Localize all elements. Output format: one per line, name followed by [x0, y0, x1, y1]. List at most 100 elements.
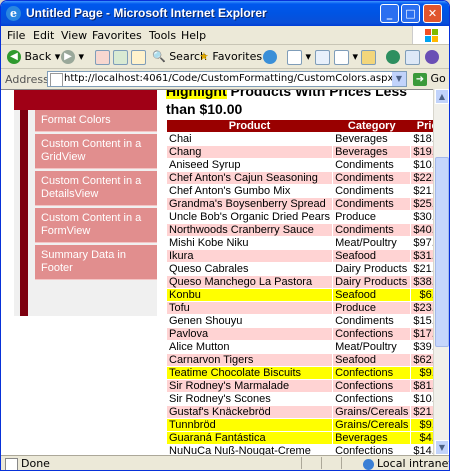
sidebar-item-formview[interactable]: Custom Content in a FormView	[35, 208, 157, 243]
menu-file[interactable]: File	[7, 29, 25, 42]
table-row: Queso Manchego La Pastora Dairy Products $…	[165, 275, 433, 289]
history-button[interactable]: ▾	[287, 48, 311, 65]
go-button[interactable]: ➜ Go	[413, 72, 446, 86]
table-row: Sir Rodney's MarmaladeConfections$81.00	[165, 379, 433, 393]
cell-product: Tofu	[165, 301, 334, 315]
messenger-icon	[386, 50, 400, 64]
title-bar[interactable]: e Untitled Page - Microsoft Internet Exp…	[1, 1, 449, 26]
discuss-icon	[425, 50, 439, 64]
cell-product: Ikura	[165, 249, 334, 263]
favorites-button[interactable]: ★ Favorites	[199, 48, 262, 65]
cell-category: Produce	[332, 210, 412, 224]
messenger-button[interactable]	[386, 48, 400, 65]
cell-price: $25.00	[410, 197, 433, 211]
intranet-globe-icon	[363, 458, 374, 470]
folder-button[interactable]	[361, 48, 376, 65]
cell-product: Chef Anton's Cajun Seasoning	[165, 171, 334, 185]
address-bar: Address http://localhost:4061/Code/Custo…	[1, 69, 449, 91]
cell-category: Beverages	[332, 132, 412, 146]
cell-category: Beverages	[332, 431, 412, 445]
cell-price: $31.00	[410, 249, 433, 263]
stop-button[interactable]	[95, 48, 110, 65]
cell-price: $22.00	[410, 171, 433, 185]
cell-category: Condiments	[332, 223, 412, 237]
sidebar-item-format-colors[interactable]: Format Colors	[35, 110, 157, 132]
close-button[interactable]: ✕	[423, 4, 442, 23]
menu-edit[interactable]: Edit	[33, 29, 54, 42]
media-button[interactable]	[263, 48, 277, 65]
zone-label: Local intranet	[377, 457, 450, 470]
cell-category: Dairy Products	[332, 262, 412, 276]
cell-price: $6.00	[410, 288, 433, 302]
cell-category: Produce	[332, 301, 412, 315]
page-title: Highlight Products With Prices Less than…	[166, 90, 426, 118]
browser-window: e Untitled Page - Microsoft Internet Exp…	[0, 0, 450, 471]
cell-product: Chef Anton's Gumbo Mix	[165, 184, 334, 198]
address-input[interactable]: http://localhost:4061/Code/CustomFormatt…	[47, 71, 407, 87]
menu-favorites[interactable]: Favorites	[92, 29, 142, 42]
cell-price: $40.00	[410, 223, 433, 237]
sidebar-item-summary-footer[interactable]: Summary Data in Footer	[35, 245, 157, 280]
table-row: Aniseed SyrupCondiments$10.00	[165, 158, 433, 172]
cell-product: Konbu	[165, 288, 334, 302]
mail-button[interactable]	[315, 48, 330, 65]
cell-product: Queso Manchego La Pastora	[165, 275, 334, 289]
print-button[interactable]: ▾	[334, 48, 358, 65]
table-row: IkuraSeafood$31.00	[165, 249, 433, 263]
refresh-icon	[113, 49, 128, 65]
minimize-button[interactable]: _	[380, 4, 399, 23]
maximize-button[interactable]: □	[401, 4, 420, 23]
sidebar-item-detailsview[interactable]: Custom Content in a DetailsView	[35, 171, 157, 206]
history-icon	[287, 49, 302, 65]
cell-price: $23.25	[410, 301, 433, 315]
sidebar-item-gridview[interactable]: Custom Content in a GridView	[35, 134, 157, 169]
sidebar-items: Format Colors Custom Content in a GridVi…	[35, 110, 157, 282]
cell-category: Condiments	[332, 197, 412, 211]
home-button[interactable]	[131, 48, 146, 65]
cell-price: $30.00	[410, 210, 433, 224]
cell-category: Condiments	[332, 314, 412, 328]
vertical-scrollbar[interactable]: ▲ ▼	[433, 89, 449, 455]
menu-help[interactable]: Help	[181, 29, 206, 42]
address-dropdown-icon[interactable]: ▼	[392, 72, 406, 86]
table-row: Carnarvon TigersSeafood$62.50	[165, 353, 433, 367]
table-row: Queso CabralesDairy Products$21.00	[165, 262, 433, 276]
windows-logo-icon	[412, 26, 449, 44]
discuss-button[interactable]	[425, 48, 439, 65]
cell-product: Chang	[165, 145, 334, 159]
media-icon	[263, 50, 277, 64]
forward-button[interactable]: ▶ ▾	[61, 48, 84, 65]
back-arrow-icon: ◀	[7, 50, 21, 64]
scroll-down-icon[interactable]: ▼	[435, 440, 449, 455]
refresh-button[interactable]	[113, 48, 128, 65]
menu-tools[interactable]: Tools	[149, 29, 176, 42]
cell-product: Mishi Kobe Niku	[165, 236, 334, 250]
cell-price: $21.35	[410, 184, 433, 198]
cell-product: Pavlova	[165, 327, 334, 341]
cell-product: Genen Shouyu	[165, 314, 334, 328]
cell-product: Grandma's Boysenberry Spread	[165, 197, 334, 211]
cell-category: Beverages	[332, 145, 412, 159]
table-row: Genen ShouyuCondiments$15.50	[165, 314, 433, 328]
security-zone: Local intranet	[363, 457, 450, 470]
cell-price: $21.00	[410, 262, 433, 276]
cell-product: Chai	[165, 132, 334, 146]
scroll-thumb[interactable]	[435, 157, 449, 347]
cell-category: Confections	[332, 327, 412, 341]
address-url: http://localhost:4061/Code/CustomFormatt…	[64, 73, 394, 84]
sidebar-header[interactable]: Customized Formatting	[14, 90, 157, 110]
scroll-up-icon[interactable]: ▲	[435, 89, 449, 104]
cell-category: Confections	[332, 379, 412, 393]
back-button[interactable]: ◀ Back ▾	[7, 48, 60, 65]
cell-product: Carnarvon Tigers	[165, 353, 334, 367]
menu-view[interactable]: View	[61, 29, 87, 42]
column-header-price: Price	[410, 120, 433, 133]
cell-price: $19.00	[410, 145, 433, 159]
table-row: Teatime Chocolate BiscuitsConfections$9.…	[165, 366, 433, 380]
research-button[interactable]	[405, 48, 420, 65]
table-row: Northwoods Cranberry SauceCondiments$40.…	[165, 223, 433, 237]
address-label: Address	[5, 73, 49, 86]
cell-price: $9.20	[410, 366, 433, 380]
forward-arrow-icon: ▶	[61, 50, 75, 64]
cell-price: $17.45	[410, 327, 433, 341]
